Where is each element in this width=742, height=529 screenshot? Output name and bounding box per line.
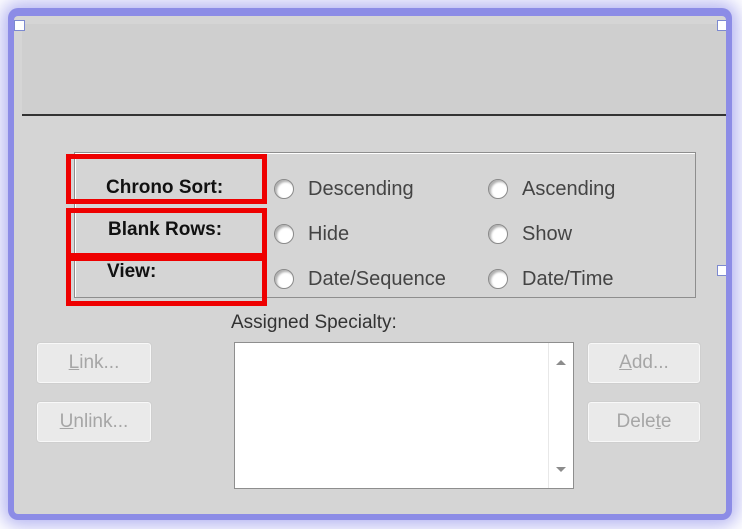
radio-hide[interactable] — [274, 224, 294, 244]
radio-descending[interactable] — [274, 179, 294, 199]
unlink-button-mnemonic: U — [59, 411, 74, 432]
add-button-mnemonic: A — [619, 352, 632, 373]
radio-date-sequence-label[interactable]: Date/Sequence — [308, 268, 446, 291]
link-button[interactable]: Link... — [36, 342, 152, 384]
resize-handle-top-right[interactable] — [717, 20, 726, 31]
radio-ascending-label[interactable]: Ascending — [522, 178, 615, 201]
radio-date-time[interactable] — [488, 269, 508, 289]
unlink-button-label: nlink... — [73, 411, 129, 432]
settings-dialog: Chrono Sort: Descending Ascending Blank … — [14, 16, 726, 514]
list-scrollbar[interactable] — [548, 343, 573, 488]
radio-show-label[interactable]: Show — [522, 223, 572, 246]
add-button-label: dd... — [631, 352, 669, 373]
radio-date-time-label[interactable]: Date/Time — [522, 268, 614, 291]
scroll-down-icon[interactable] — [556, 467, 566, 472]
blank-rows-label: Blank Rows: — [108, 219, 223, 240]
radio-date-sequence[interactable] — [274, 269, 294, 289]
radio-show[interactable] — [488, 224, 508, 244]
delete-button-label-start: Dele — [616, 411, 656, 432]
header-panel — [22, 24, 726, 116]
unlink-button[interactable]: Unlink... — [36, 401, 152, 443]
link-button-label: ink... — [79, 352, 120, 373]
resize-handle-right[interactable] — [717, 265, 726, 276]
view-label: View: — [107, 261, 157, 282]
delete-button-label-end: e — [660, 411, 672, 432]
assigned-specialty-label: Assigned Specialty: — [231, 312, 397, 333]
delete-button[interactable]: Dele t e — [587, 401, 701, 443]
highlight-view — [66, 256, 267, 306]
chrono-sort-label: Chrono Sort: — [106, 177, 224, 198]
assigned-specialty-list[interactable] — [234, 342, 574, 489]
resize-handle-top-left[interactable] — [14, 20, 25, 31]
radio-hide-label[interactable]: Hide — [308, 223, 349, 246]
scroll-up-icon[interactable] — [556, 360, 566, 365]
radio-ascending[interactable] — [488, 179, 508, 199]
radio-descending-label[interactable]: Descending — [308, 178, 414, 201]
link-button-mnemonic: L — [68, 352, 80, 373]
add-button[interactable]: Add... — [587, 342, 701, 384]
